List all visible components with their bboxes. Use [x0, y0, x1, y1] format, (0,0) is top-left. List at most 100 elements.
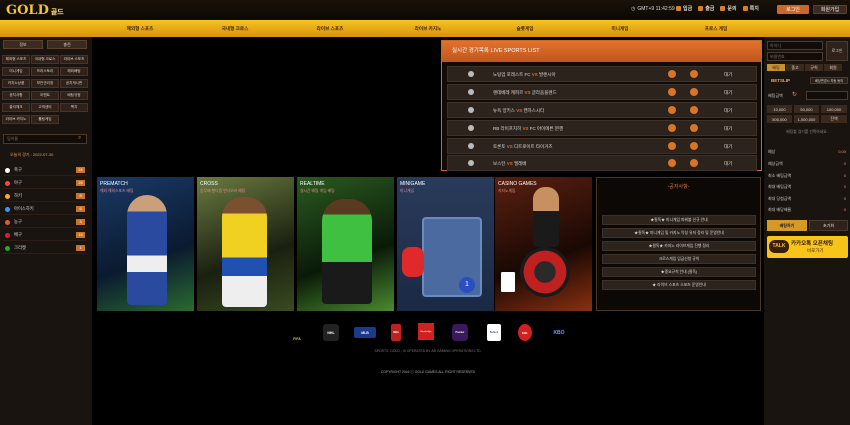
- notice-item[interactable]: ★필독★ 미니게임 파워볼 신규 안내: [602, 215, 756, 225]
- notice-board: -공지사항- ★필독★ 미니게임 파워볼 신규 안내 ★필독★ 미니게임 및 카…: [596, 177, 761, 311]
- notice-item[interactable]: 크로스게임 입금신청 규칙: [602, 254, 756, 264]
- username-input[interactable]: 아이디: [767, 41, 823, 50]
- sport-item-volleyball[interactable]: 배구 16: [3, 230, 87, 241]
- main-nav: 해외형 스포츠 국내형 크로스 라이브 스포츠 라이브 카지노 슬롯게임 미니게…: [0, 20, 850, 37]
- roulette-icon: [520, 247, 570, 297]
- left-link-17[interactable]: 롤링게임: [31, 115, 59, 124]
- tab-bet[interactable]: 배팅: [767, 64, 785, 71]
- left-link-1[interactable]: 해외형 스포츠: [2, 55, 30, 64]
- deposit-icon: [676, 6, 681, 11]
- left-sidebar: 정보 충전 해외형 스포츠 국내형 크로스 라이브 스포츠 미니게임 프리스토리…: [0, 37, 92, 425]
- left-link-16[interactable]: 라이브 카지노: [2, 115, 30, 124]
- nav-item-slots[interactable]: 슬롯게임: [517, 26, 534, 32]
- sport-icon: [468, 89, 474, 95]
- notice-item[interactable]: ★ 라이브 스포츠 스포츠 운영안내: [602, 280, 756, 290]
- match-row[interactable]: 토론토 VS 디트로이트 타이거즈 대기: [447, 138, 757, 154]
- match-row[interactable]: 보스턴 VS 엘레베 대기: [447, 155, 757, 171]
- nav-item-live-sports[interactable]: 라이브 스포츠: [317, 26, 344, 32]
- sport-item-cricket[interactable]: 크리켓 1: [3, 243, 87, 254]
- login-button[interactable]: 로그인: [777, 5, 809, 14]
- nav-item-pro-game[interactable]: 프로스 게임: [705, 26, 727, 32]
- tab-used[interactable]: 중고: [786, 64, 804, 71]
- sidebar-login-button[interactable]: 로그인: [826, 41, 848, 61]
- tab-charge[interactable]: 충전: [47, 40, 87, 49]
- realtime-card[interactable]: REALTIME 실시간 배팅 게임 배팅: [297, 177, 394, 311]
- notice-item[interactable]: ★중요규칙 안내 (필독): [602, 267, 756, 277]
- sport-item-hockey[interactable]: 하키 8: [3, 191, 87, 202]
- tab-info[interactable]: 정보: [3, 40, 43, 49]
- join-button[interactable]: 회원가입: [813, 5, 847, 14]
- search-icon[interactable]: ⌕: [78, 135, 81, 142]
- left-link-2[interactable]: 국내형 크로스: [31, 55, 59, 64]
- left-link-4[interactable]: 미니게임: [2, 67, 30, 76]
- max-odds: 최대 배당배율 0: [768, 207, 846, 212]
- left-link-3[interactable]: 라이브 스포츠: [60, 55, 88, 64]
- left-link-9[interactable]: 공지게시판: [60, 79, 88, 88]
- nav-item-minigame[interactable]: 미니게임: [612, 26, 629, 32]
- quick-amount-button[interactable]: 100,000: [821, 105, 847, 113]
- left-link-14[interactable]: 고객센터: [31, 103, 59, 112]
- match-row[interactable]: 노팅엄 포레스트 FC VS 발렌시아 대기: [447, 66, 757, 82]
- quick-amount-button[interactable]: 500,000: [767, 115, 792, 123]
- place-bet-button[interactable]: 배팅하기: [767, 220, 807, 231]
- cross-card[interactable]: CROSS 승무패 핸디캡 언더오버 배팅: [197, 177, 294, 311]
- bet-amount-label: 배팅금액: [768, 93, 783, 98]
- left-link-15[interactable]: 쪽지: [60, 103, 88, 112]
- left-link-5[interactable]: 프리스토리: [31, 67, 59, 76]
- match-row[interactable]: 랜데베레 캐피르 VS 글라움블렌드 대기: [447, 84, 757, 100]
- minigame-card[interactable]: 1 MINIGAME 미니게임: [397, 177, 494, 311]
- left-link-6[interactable]: 해외배팅: [60, 67, 88, 76]
- left-link-7[interactable]: 카지노상품: [2, 79, 30, 88]
- left-link-10[interactable]: 공지사항: [2, 91, 30, 100]
- refresh-icon[interactable]: ↻: [792, 91, 797, 98]
- quick-amount-button[interactable]: 10,000: [767, 105, 792, 113]
- sport-item-icehockey[interactable]: 아이스하키 6: [3, 204, 87, 215]
- clock: ◷ GMT+9 11:42:59: [631, 6, 675, 12]
- quick-amount-button[interactable]: 50,000: [794, 105, 819, 113]
- left-link-11[interactable]: 이벤트: [31, 91, 59, 100]
- notice-item[interactable]: ★필독★ 미니게임 및 카지노 악성 유저 정리 및 운영안내: [602, 228, 756, 238]
- sport-item-basketball[interactable]: 농구 3: [3, 217, 87, 228]
- left-link-12[interactable]: 배팅규정: [60, 91, 88, 100]
- home-score: [668, 106, 676, 114]
- nav-item-cross[interactable]: 국내형 크로스: [222, 26, 249, 32]
- home-score: [668, 70, 676, 78]
- message-link[interactable]: 쪽지: [742, 5, 759, 12]
- player-figure: [322, 199, 372, 304]
- match-row[interactable]: RB 라이프치히 VS FC 아이에른 뮌헨 대기: [447, 120, 757, 136]
- away-score: [690, 159, 698, 167]
- sport-icon: [468, 71, 474, 77]
- deposit-link[interactable]: 입금: [676, 5, 692, 12]
- site-logo[interactable]: GOLD 골드: [6, 3, 64, 18]
- left-link-13[interactable]: 출석체크: [2, 103, 30, 112]
- left-link-8[interactable]: 보안관리장: [31, 79, 59, 88]
- tab-member[interactable]: 회원: [824, 64, 842, 71]
- sport-item-baseball[interactable]: 야구 26: [3, 178, 87, 189]
- nav-item-live-casino[interactable]: 라이브 카지노: [415, 26, 442, 32]
- bet-amount-input[interactable]: [806, 91, 848, 100]
- betslip-empty-message: 배팅할 경기를 선택하세요.: [786, 130, 828, 134]
- sport-item-soccer[interactable]: 축구 24: [3, 165, 87, 176]
- nav-item-prematch[interactable]: 해외형 스포츠: [127, 26, 154, 32]
- auto-accept-toggle[interactable]: 배당변경시 자동 동의: [810, 77, 848, 84]
- team-search-input[interactable]: 팀이름: [3, 134, 87, 144]
- balance-button[interactable]: 잔액: [821, 115, 847, 123]
- volleyball-icon: [5, 232, 10, 238]
- sport-icon: [468, 160, 474, 166]
- reset-button[interactable]: 초기화: [809, 220, 848, 231]
- password-input[interactable]: 비밀번호: [767, 52, 823, 61]
- withdraw-link[interactable]: 출금: [698, 5, 714, 12]
- sport-icon: [468, 125, 474, 131]
- expected-odds: 예상 0.00: [768, 149, 846, 154]
- inquiry-link[interactable]: 문의: [720, 5, 737, 12]
- prematch-card[interactable]: PREMATCH 해외 해외스포츠 배팅: [97, 177, 194, 311]
- serie-a-logo: Serie A: [487, 324, 501, 341]
- quick-amount-button[interactable]: 1,000,000: [794, 115, 819, 123]
- kakao-banner[interactable]: TALK 카카오톡 오픈채팅 바로가기: [767, 236, 848, 258]
- casino-card[interactable]: CASINO GAMES 카지노게임: [495, 177, 592, 311]
- tab-rules[interactable]: 규칙: [805, 64, 823, 71]
- expected-amount: 예상금액 0: [768, 161, 846, 166]
- notice-item[interactable]: ★필독★ 카지노 라이브게임 진행 정리: [602, 241, 756, 251]
- today-date: 오늘의 경기 : 2022-07-30: [10, 152, 54, 157]
- match-row[interactable]: 뉴욕 양키스 VS 캔자스시티 대기: [447, 102, 757, 118]
